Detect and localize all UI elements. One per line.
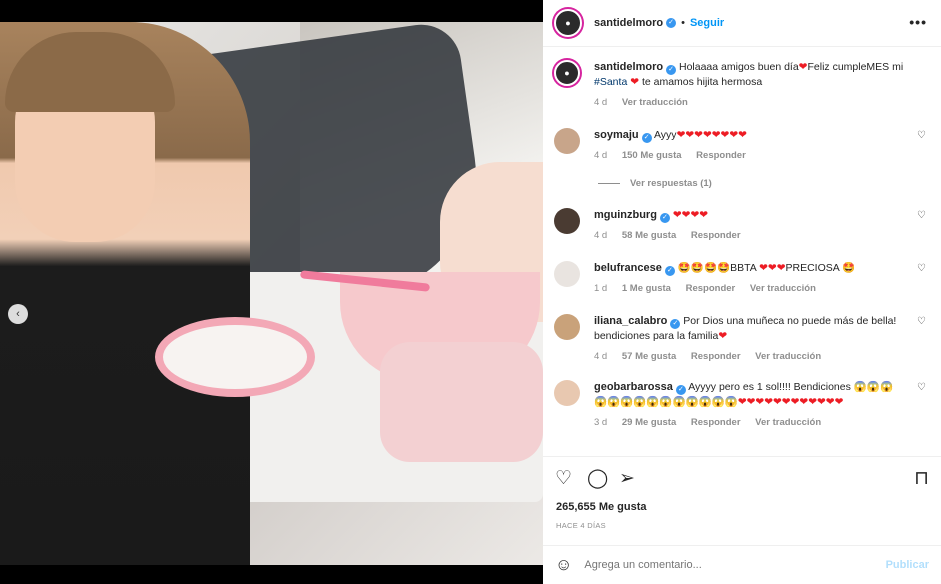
see-translation-link[interactable]: Ver traducción <box>750 283 816 294</box>
view-replies-button[interactable]: Ver respuestas (1) <box>598 178 712 189</box>
caption-text-2: Feliz cumpleMES mi <box>807 61 904 73</box>
follow-button[interactable]: Seguir <box>690 17 724 29</box>
bookmark-icon[interactable]: ⊓ <box>914 467 929 490</box>
author-avatar[interactable]: ● <box>554 9 582 37</box>
comment-likes[interactable]: 1 Me gusta <box>622 283 671 294</box>
comment-item: geobarbarossa ✓ Ayyyy pero es 1 sol!!!! B… <box>554 380 934 430</box>
comment-item: belufrancese ✓ 🤩🤩🤩🤩BBTA ❤❤❤PRECIOSA 🤩 1 d… <box>554 261 934 296</box>
comment-hearts: ❤❤❤ <box>759 262 786 274</box>
comment-time: 1 d <box>594 283 608 294</box>
comment-hearts: ❤❤❤❤❤❤❤❤❤❤❤❤ <box>737 396 844 408</box>
verified-icon: ✓ <box>675 385 686 395</box>
baby-body <box>380 342 543 462</box>
comment-icon[interactable]: ◯ <box>587 467 608 490</box>
more-options-button[interactable]: ••• <box>909 14 927 30</box>
verified-icon: ✓ <box>670 319 681 329</box>
comment-text: Ayyy <box>653 129 677 141</box>
comment-hearts: ❤❤❤❤ <box>672 209 709 221</box>
separator: • <box>681 17 685 29</box>
publish-button[interactable]: Publicar <box>886 559 929 571</box>
reply-button[interactable]: Responder <box>691 417 741 428</box>
see-translation-link[interactable]: Ver traducción <box>755 351 821 362</box>
heart-icon[interactable]: ♡ <box>555 467 572 490</box>
post-date: HACE 4 DÍAS <box>556 521 606 530</box>
comment-item: iliana_calabro ✓ Por Dios una muñeca no p… <box>554 314 934 364</box>
caption-body: santidelmoro ✓ Holaaaa amigos buen día ❤ Fe… <box>594 60 904 110</box>
view-replies-label: Ver respuestas (1) <box>630 178 712 189</box>
caption: ● santidelmoro ✓ Holaaaa amigos buen día ❤… <box>554 60 934 110</box>
add-comment-input[interactable] <box>584 559 886 571</box>
commenter-avatar[interactable] <box>554 208 580 234</box>
see-translation-link[interactable]: Ver traducción <box>622 97 688 108</box>
commenter-avatar[interactable] <box>554 261 580 287</box>
commenter-username[interactable]: belufrancese <box>594 262 662 274</box>
verified-icon: ✓ <box>641 133 652 143</box>
commenter-avatar[interactable] <box>554 380 580 406</box>
caption-time: 4 d <box>594 97 608 108</box>
bowl <box>155 317 315 397</box>
commenter-avatar[interactable] <box>554 128 580 154</box>
reply-button[interactable]: Responder <box>696 150 746 161</box>
commenter-username[interactable]: geobarbarossa <box>594 381 673 393</box>
previous-photo-button[interactable]: ‹ <box>8 304 28 324</box>
add-comment-bar: ☺ Publicar <box>543 545 941 584</box>
reply-button[interactable]: Responder <box>691 230 741 241</box>
commenter-username[interactable]: mguinzburg <box>594 209 657 221</box>
like-comment-heart-icon[interactable]: ♡ <box>917 316 926 327</box>
comment-time: 3 d <box>594 417 608 428</box>
see-translation-link[interactable]: Ver traducción <box>755 417 821 428</box>
comment-time: 4 d <box>594 230 608 241</box>
caption-meta: 4 d Ver traducción <box>594 95 904 110</box>
like-comment-heart-icon[interactable]: ♡ <box>917 130 926 141</box>
post-header: ● santidelmoro ✓ • Seguir ••• <box>543 0 941 47</box>
comment-item: mguinzburg ✓ ❤❤❤❤ 4 d 58 Me gusta Respond… <box>554 208 934 243</box>
comment-text-b: PRECIOSA 🤩 <box>785 262 856 274</box>
comment-likes[interactable]: 58 Me gusta <box>622 230 676 241</box>
comment-time: 4 d <box>594 351 608 362</box>
verified-icon: ✓ <box>666 65 677 75</box>
share-icon[interactable]: ➢ <box>619 467 635 490</box>
verified-icon: ✓ <box>659 213 670 223</box>
post-photo[interactable]: ‹ <box>0 22 543 565</box>
emoji-icon[interactable]: ☺ <box>555 555 572 575</box>
comment-likes[interactable]: 150 Me gusta <box>622 150 682 161</box>
comment-hearts: ❤❤❤❤❤❤❤❤ <box>676 129 747 141</box>
post-details-panel: ● santidelmoro ✓ • Seguir ••• ● santidel… <box>543 0 941 584</box>
likes-count[interactable]: 265,655 Me gusta <box>556 501 647 513</box>
instagram-post-modal: ‹ ● santidelmoro ✓ • Seguir ••• ● santid… <box>0 0 941 584</box>
like-comment-heart-icon[interactable]: ♡ <box>917 382 926 393</box>
comment-likes[interactable]: 57 Me gusta <box>622 351 676 362</box>
comment-text: 🤩🤩🤩🤩BBTA <box>677 262 757 274</box>
commenter-avatar[interactable] <box>554 314 580 340</box>
commenter-username[interactable]: iliana_calabro <box>594 315 667 327</box>
post-actions: ♡ ◯ ➢ ⊓ 265,655 Me gusta HACE 4 DÍAS <box>543 456 941 544</box>
comment-likes[interactable]: 29 Me gusta <box>622 417 676 428</box>
comments-list: ● santidelmoro ✓ Holaaaa amigos buen día❤… <box>543 56 941 456</box>
caption-text-1: Holaaaa amigos buen día <box>679 61 799 73</box>
hashtag-link[interactable]: #Santa <box>594 76 627 88</box>
reply-button[interactable]: Responder <box>686 283 736 294</box>
replies-divider <box>598 182 620 184</box>
verified-icon: ✓ <box>666 18 677 28</box>
comment-text: Ayyyy pero es 1 sol!!!! Bendiciones <box>688 381 851 393</box>
comment-item: soymaju ✓ Ayyy❤❤❤❤❤❤❤❤ 4 d 150 Me gusta R… <box>554 128 934 163</box>
chevron-left-icon: ‹ <box>16 308 20 320</box>
caption-username[interactable]: santidelmoro <box>594 61 663 73</box>
heart-emoji: ❤ <box>630 76 640 88</box>
reply-button[interactable]: Responder <box>691 351 741 362</box>
caption-avatar[interactable]: ● <box>554 60 580 86</box>
author-username[interactable]: santidelmoro <box>594 17 663 29</box>
comment-time: 4 d <box>594 150 608 161</box>
like-comment-heart-icon[interactable]: ♡ <box>917 263 926 274</box>
like-comment-heart-icon[interactable]: ♡ <box>917 210 926 221</box>
verified-icon: ✓ <box>664 266 675 276</box>
commenter-username[interactable]: soymaju <box>594 129 639 141</box>
comment-hearts: ❤ <box>718 330 728 342</box>
caption-text-3: te amamos hijita hermosa <box>641 76 763 88</box>
